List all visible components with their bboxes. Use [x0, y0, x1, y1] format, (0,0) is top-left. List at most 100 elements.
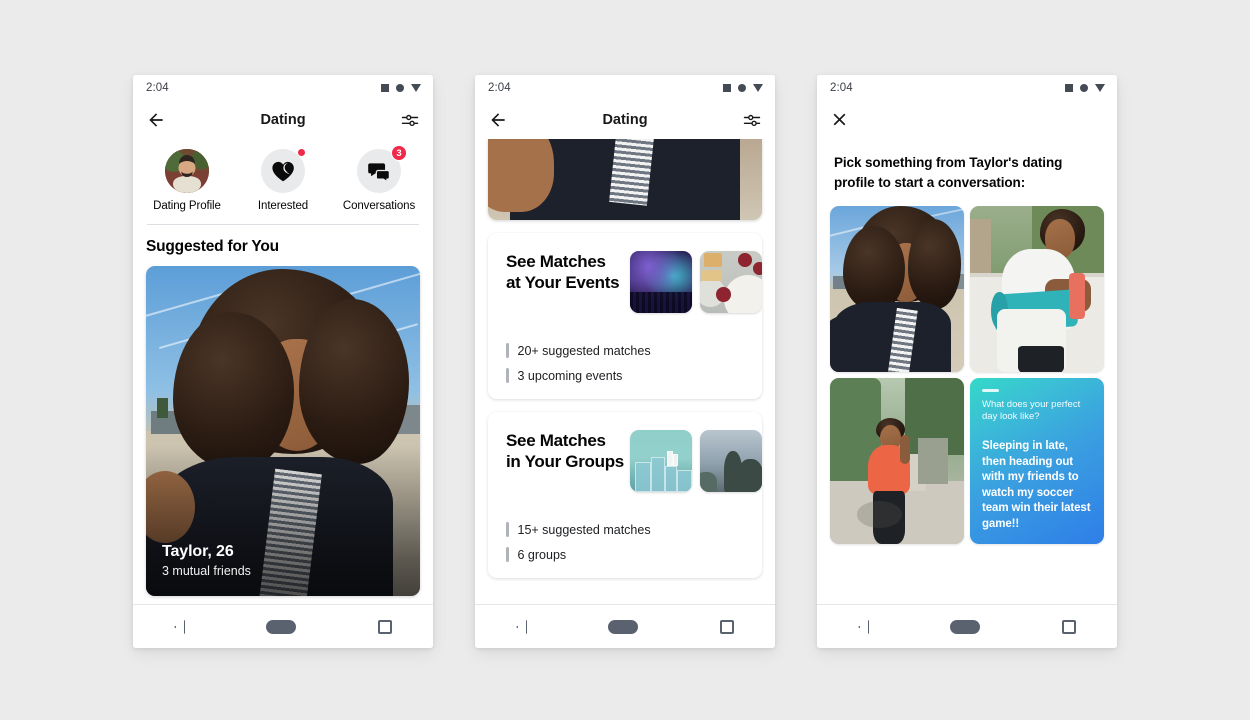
screenshot-stage: 2:04 Dating Dating Profile Interested 3 …: [0, 0, 1250, 720]
circle-icon: [396, 84, 404, 92]
sidewalk-walk-photo[interactable]: [830, 378, 964, 545]
shortcut-conversations[interactable]: 3 Conversations: [333, 145, 425, 212]
stat-row: 20+ suggested matches: [506, 343, 744, 358]
nav-recents-icon[interactable]: [1062, 619, 1077, 634]
chat-bubbles-icon-wrap: 3: [357, 145, 407, 193]
status-badge: [297, 148, 306, 157]
profile-name: Taylor, 26: [162, 543, 234, 560]
phone-screen-dating-matches: 2:04 Dating See Matches at Your Events 2…: [475, 75, 775, 648]
status-bar-icons: [1065, 84, 1105, 92]
nav-back-icon[interactable]: [173, 616, 185, 644]
see-matches-events-card[interactable]: See Matches at Your Events 20+ suggested…: [488, 233, 762, 399]
beach-selfie-photo: [488, 139, 762, 220]
answer-card-dash: [982, 389, 999, 392]
food-thumbnail[interactable]: [700, 251, 762, 313]
profile-caption: Taylor, 26 3 mutual friends: [162, 543, 251, 578]
card-header: See Matches at Your Events: [488, 251, 762, 313]
android-nav-bar: [133, 604, 433, 648]
android-nav-bar: [817, 604, 1117, 648]
see-matches-groups-card[interactable]: See Matches in Your Groups 15+ suggested…: [488, 412, 762, 578]
phone-screen-pick-conversation-starter: 2:04 Pick something from Taylor's dating…: [817, 75, 1117, 648]
back-arrow-icon[interactable]: [146, 110, 166, 130]
chat-bubbles-icon: [367, 162, 390, 183]
stat-bar-icon: [506, 368, 509, 383]
stat-text: 6 groups: [517, 547, 567, 562]
close-x-icon[interactable]: [830, 110, 850, 130]
status-bar-icons: [381, 84, 421, 92]
status-bar-clock: 2:04: [146, 82, 169, 94]
suggested-profile-card[interactable]: Taylor, 26 3 mutual friends: [146, 266, 420, 596]
status-bar-clock: 2:04: [488, 82, 511, 94]
glass-building-thumbnail[interactable]: [630, 430, 692, 492]
profile-content-grid: What does your perfect day look like? Sl…: [817, 206, 1117, 545]
stat-row: 3 upcoming events: [506, 368, 744, 383]
nav-back-icon[interactable]: [857, 616, 869, 644]
heart-icon-wrap: [261, 148, 306, 193]
card-title: See Matches in Your Groups: [506, 430, 624, 473]
nav-home-icon[interactable]: [608, 619, 639, 634]
shortcut-label: Dating Profile: [153, 200, 221, 212]
card-title-line2: at Your Events: [506, 273, 620, 293]
page-title: Dating: [602, 112, 648, 128]
card-title: See Matches at Your Events: [506, 251, 620, 294]
profile-answer-card[interactable]: What does your perfect day look like? Sl…: [970, 378, 1104, 545]
triangle-down-icon: [753, 84, 763, 92]
status-bar-icons: [723, 84, 763, 92]
profile-grid-scroll[interactable]: What does your perfect day look like? Sl…: [817, 206, 1117, 604]
square-icon: [723, 84, 731, 92]
stat-bar-icon: [506, 522, 509, 537]
shortcut-interested[interactable]: Interested: [237, 148, 329, 212]
mutual-friends-text: 3 mutual friends: [162, 564, 251, 578]
landscape-thumbnail[interactable]: [700, 430, 762, 492]
feed-scroll-area[interactable]: Taylor, 26 3 mutual friends See Matches …: [475, 139, 775, 604]
shortcuts-row: Dating Profile Interested 3 Conversation…: [133, 139, 433, 224]
android-nav-bar: [475, 604, 775, 648]
nav-back-icon[interactable]: [515, 616, 527, 644]
nav-recents-icon[interactable]: [378, 619, 393, 634]
square-icon: [381, 84, 389, 92]
app-bar: Dating: [475, 101, 775, 139]
nav-home-icon[interactable]: [950, 619, 981, 634]
answer-question-text: What does your perfect day look like?: [982, 398, 1081, 423]
nav-home-icon[interactable]: [266, 619, 297, 634]
page-title: Dating: [260, 112, 306, 128]
card-stats: 20+ suggested matches 3 upcoming events: [488, 343, 762, 383]
prompt-text: Pick something from Taylor's dating prof…: [834, 155, 1063, 190]
tune-icon[interactable]: [742, 110, 762, 130]
card-title-line1: See Matches: [506, 252, 606, 271]
status-bar: 2:04: [133, 75, 433, 101]
stat-row: 6 groups: [506, 547, 744, 562]
shortcut-label: Interested: [257, 200, 309, 212]
yoga-mat-photo[interactable]: [970, 206, 1104, 373]
notification-badge: 3: [391, 145, 407, 161]
shortcut-label: Conversations: [342, 200, 416, 212]
status-bar: 2:04: [817, 75, 1117, 101]
circle-icon: [1080, 84, 1088, 92]
triangle-down-icon: [1095, 84, 1105, 92]
stat-bar-icon: [506, 343, 509, 358]
card-header: See Matches in Your Groups: [488, 430, 762, 492]
thumbnail-strip[interactable]: [630, 251, 762, 313]
stat-bar-icon: [506, 547, 509, 562]
avatar: [165, 149, 209, 193]
suggested-profile-card-partial[interactable]: Taylor, 26 3 mutual friends: [488, 139, 762, 220]
phone-screen-dating-home: 2:04 Dating Dating Profile Interested 3 …: [133, 75, 433, 648]
card-title-line2: in Your Groups: [506, 452, 624, 472]
answer-body-text: Sleeping in late, then heading out with …: [982, 440, 1091, 530]
thumbnail-strip[interactable]: [630, 430, 762, 492]
stat-text: 3 upcoming events: [517, 368, 623, 383]
tune-icon[interactable]: [400, 110, 420, 130]
back-arrow-icon[interactable]: [488, 110, 508, 130]
status-bar: 2:04: [475, 75, 775, 101]
triangle-down-icon: [411, 84, 421, 92]
nav-recents-icon[interactable]: [720, 619, 735, 634]
circle-icon: [738, 84, 746, 92]
concert-thumbnail[interactable]: [630, 251, 692, 313]
beach-selfie-photo[interactable]: [830, 206, 964, 373]
feed-scroll-area[interactable]: Taylor, 26 3 mutual friends: [133, 266, 433, 604]
shortcut-dating-profile[interactable]: Dating Profile: [141, 149, 233, 212]
square-icon: [1065, 84, 1073, 92]
stat-text: 15+ suggested matches: [517, 522, 651, 537]
stat-text: 20+ suggested matches: [517, 343, 651, 358]
heart-icon: [271, 161, 294, 181]
